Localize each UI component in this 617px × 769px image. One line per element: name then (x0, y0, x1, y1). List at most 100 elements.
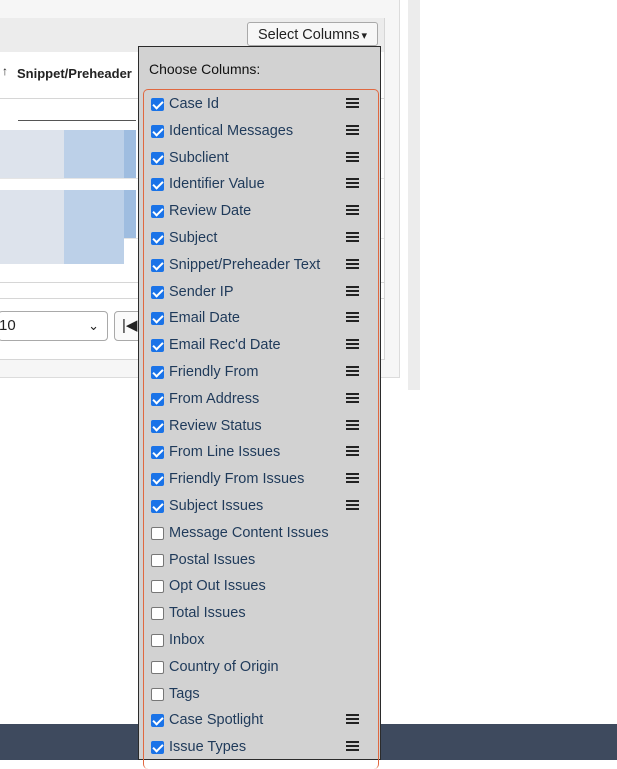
drag-handle-icon[interactable] (346, 232, 359, 244)
checkbox-checked[interactable] (151, 178, 164, 192)
drag-handle-icon[interactable] (346, 419, 359, 432)
column-option[interactable]: Email Date (148, 308, 376, 330)
table-cell-highlighted (124, 190, 136, 238)
select-columns-button[interactable]: Select Columns ▾ (247, 22, 378, 46)
drag-handle-icon[interactable] (346, 392, 359, 405)
column-option-label: Case Id (169, 96, 219, 112)
drag-handle-icon[interactable] (346, 741, 359, 753)
checkbox-checked[interactable] (151, 205, 164, 219)
drag-handle-icon[interactable] (346, 714, 359, 726)
column-option[interactable]: Friendly From Issues (148, 469, 376, 491)
column-option-label: Snippet/Preheader Text (169, 256, 321, 273)
table-cell (0, 130, 64, 178)
scrollbar-track[interactable] (408, 0, 420, 390)
column-option[interactable]: Opt Out Issues (148, 576, 376, 598)
chevron-down-icon: ⌄ (88, 318, 99, 333)
drag-handle-icon[interactable] (346, 366, 359, 378)
column-option-label: From Address (169, 390, 260, 407)
checkbox-checked[interactable] (151, 151, 164, 165)
column-filter-input[interactable] (18, 120, 136, 121)
column-option[interactable]: Message Content Issues (148, 523, 376, 545)
column-option-label: Identifier Value (169, 176, 265, 193)
column-header-snippet[interactable]: Snippet/Preheader (17, 66, 132, 81)
page-size-select[interactable]: 10 ⌄ (0, 311, 108, 341)
column-option[interactable]: Subclient (148, 148, 376, 170)
sort-icon[interactable]: ↑ (2, 64, 8, 78)
drag-handle-icon[interactable] (346, 500, 359, 512)
checkbox-checked[interactable] (151, 258, 164, 272)
column-option[interactable]: Identifier Value (148, 174, 376, 196)
column-option[interactable]: From Line Issues (148, 442, 376, 464)
checkbox-checked[interactable] (151, 500, 164, 513)
column-option[interactable]: Issue Types (148, 737, 376, 759)
select-columns-label: Select Columns (257, 27, 360, 43)
drag-handle-icon[interactable] (346, 446, 359, 458)
checkbox-checked[interactable] (151, 339, 164, 353)
checkbox-checked[interactable] (151, 366, 164, 379)
column-options-list: Case Id Identical Messages Subclient Identi… (143, 89, 379, 769)
checkbox-checked[interactable] (151, 741, 164, 755)
choose-columns-dropdown: Choose Columns: Case Id Identical Message… (138, 46, 381, 769)
column-option[interactable]: Tags (148, 684, 376, 706)
checkbox-checked[interactable] (151, 285, 164, 299)
checkbox-checked[interactable] (151, 419, 164, 433)
column-option-label: Message Content Issues (169, 524, 329, 541)
column-option[interactable]: Sender IP (148, 282, 376, 304)
drag-handle-icon[interactable] (346, 312, 359, 324)
checkbox-checked[interactable] (151, 446, 164, 460)
column-option[interactable]: Country of Origin (148, 657, 376, 679)
checkbox-checked[interactable] (151, 714, 164, 728)
checkbox-checked[interactable] (151, 232, 164, 245)
column-option[interactable]: Inbox (148, 630, 376, 652)
column-option[interactable]: Postal Issues (148, 550, 376, 572)
column-option-label: Tags (169, 685, 200, 702)
column-option-label: Issue Types (169, 739, 247, 756)
column-option[interactable]: Case Spotlight (148, 710, 376, 732)
drag-handle-icon[interactable] (346, 124, 359, 137)
first-page-icon: |◀ (122, 317, 138, 334)
column-option-label: Country of Origin (169, 658, 279, 675)
table-cell (0, 238, 64, 264)
column-option-label: Friendly From (169, 364, 259, 380)
column-option-label: Email Rec'd Date (169, 337, 281, 354)
checkbox-unchecked[interactable] (151, 526, 164, 540)
checkbox-unchecked[interactable] (151, 607, 164, 621)
checkbox-checked[interactable] (151, 124, 164, 138)
drag-handle-icon[interactable] (346, 258, 359, 271)
column-option-label: Review Status (169, 417, 262, 434)
checkbox-unchecked[interactable] (151, 580, 164, 594)
table-cell (0, 190, 64, 238)
column-option-label: From Line Issues (169, 444, 281, 461)
column-option[interactable]: Friendly From (148, 362, 376, 384)
table-cell-highlighted (64, 190, 124, 238)
page-size-value: 10 (0, 317, 16, 334)
checkbox-checked[interactable] (151, 312, 164, 326)
checkbox-unchecked[interactable] (151, 687, 164, 701)
column-option[interactable]: Review Status (148, 416, 376, 438)
column-option-label: Opt Out Issues (169, 578, 266, 595)
column-option[interactable]: Snippet/Preheader Text (148, 255, 376, 277)
checkbox-unchecked[interactable] (151, 660, 164, 674)
drag-handle-icon[interactable] (346, 285, 359, 298)
column-option-label: Case Spotlight (169, 712, 264, 729)
column-option[interactable]: Subject Issues (148, 496, 376, 518)
drag-handle-icon[interactable] (346, 205, 359, 217)
column-option[interactable]: From Address (148, 389, 376, 411)
drag-handle-icon[interactable] (346, 151, 359, 164)
column-option[interactable]: Total Issues (148, 603, 376, 625)
drag-handle-icon[interactable] (346, 339, 359, 351)
column-option[interactable]: Identical Messages (148, 121, 376, 143)
drag-handle-icon[interactable] (346, 98, 359, 110)
checkbox-checked[interactable] (151, 473, 164, 487)
column-option[interactable]: Subject (148, 228, 376, 250)
column-option[interactable]: Case Id (148, 94, 376, 116)
drag-handle-icon[interactable] (346, 178, 359, 190)
checkbox-unchecked[interactable] (151, 634, 164, 647)
column-option[interactable]: Review Date (148, 201, 376, 223)
drag-handle-icon[interactable] (346, 473, 359, 485)
checkbox-checked[interactable] (151, 392, 164, 406)
checkbox-unchecked[interactable] (151, 553, 164, 567)
checkbox-checked[interactable] (151, 98, 164, 111)
column-option[interactable]: Email Rec'd Date (148, 335, 376, 357)
column-option-label: Email Date (169, 310, 240, 327)
